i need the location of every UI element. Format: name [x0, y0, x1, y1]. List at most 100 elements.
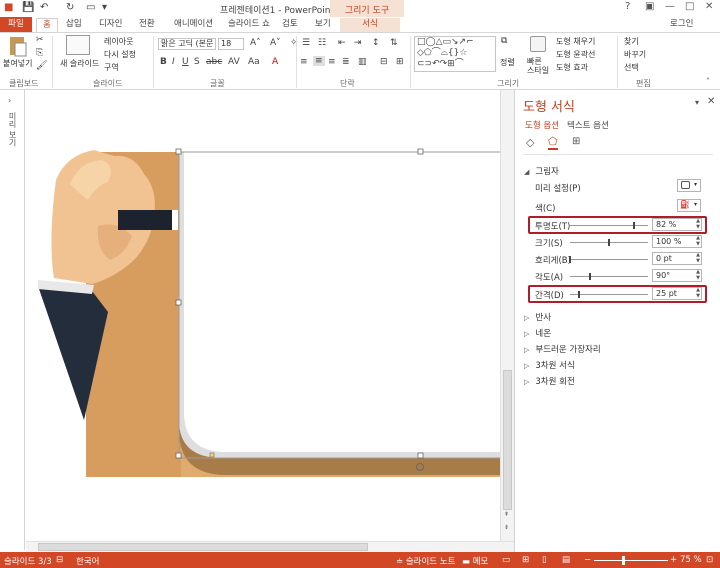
arrange-icon[interactable]: ⧉	[501, 36, 507, 46]
fit-to-window-icon[interactable]: ⊡	[706, 555, 713, 565]
tab-design[interactable]: 디자인	[93, 18, 128, 32]
maximize-icon[interactable]: □	[685, 1, 694, 12]
tab-format[interactable]: 서식	[340, 18, 400, 32]
tab-animations[interactable]: 애니메이션	[168, 18, 219, 32]
section-glow[interactable]: ▷ 네온	[524, 327, 551, 339]
save-icon[interactable]: 💾	[22, 2, 34, 13]
replace-button[interactable]: 바꾸기	[624, 49, 646, 60]
spinner-arrows-icon[interactable]: ▲ ▼	[696, 252, 700, 264]
transparency-input[interactable]: 82 % ▲ ▼	[652, 218, 702, 231]
new-slide-button[interactable]	[66, 35, 90, 55]
tab-text-options[interactable]: 텍스트 옵션	[567, 119, 609, 131]
shape-outline-button[interactable]: 도형 윤곽선	[556, 49, 595, 60]
spinner-arrows-icon[interactable]: ▲ ▼	[696, 218, 700, 230]
shape-fill-button[interactable]: 도형 채우기	[556, 36, 595, 47]
cut-icon[interactable]: ✂	[36, 35, 44, 45]
notes-button[interactable]: ≐ 슬라이드 노트	[396, 555, 455, 567]
horizontal-scrollbar[interactable]	[26, 541, 514, 552]
bold-icon[interactable]: B	[160, 57, 167, 67]
distance-input[interactable]: 25 pt ▲ ▼	[652, 287, 702, 300]
grow-font-icon[interactable]: A˄	[250, 38, 261, 48]
fill-line-icon[interactable]: ◇	[526, 136, 534, 149]
prev-slide-icon[interactable]: ⇞	[504, 511, 509, 518]
horizontal-scroll-thumb[interactable]	[38, 543, 368, 551]
shadow-section-header[interactable]: ◢ 그림자	[524, 165, 559, 177]
color-dropdown[interactable]: ⛽ ▾	[677, 199, 701, 212]
blur-input[interactable]: 0 pt ▲ ▼	[652, 252, 702, 265]
select-button[interactable]: 선택	[624, 62, 639, 73]
paste-button[interactable]	[6, 35, 28, 57]
align-left-icon[interactable]: ≡	[300, 57, 308, 67]
zoom-out-icon[interactable]: −	[584, 555, 591, 565]
blur-slider[interactable]	[570, 259, 648, 260]
distance-slider-thumb[interactable]	[578, 291, 581, 298]
font-color-icon[interactable]: A	[272, 57, 278, 67]
tab-shape-options[interactable]: 도형 옵션	[525, 119, 559, 131]
presets-dropdown[interactable]: ▾	[677, 179, 701, 192]
transparency-slider-thumb[interactable]	[632, 222, 635, 229]
increase-indent-icon[interactable]: ⇥	[354, 38, 362, 48]
slide-sorter-icon[interactable]: ⊞	[522, 555, 529, 565]
tab-review[interactable]: 검토	[276, 18, 304, 32]
tab-file[interactable]: 파일	[0, 17, 32, 32]
language-indicator[interactable]: 한국어	[76, 555, 99, 567]
strikethrough-icon[interactable]: abc	[206, 57, 222, 67]
minimize-icon[interactable]: —	[665, 1, 675, 12]
section-3d-rotation[interactable]: ▷ 3차원 회전	[524, 375, 575, 387]
ribbon-options-icon[interactable]: ▣	[645, 1, 654, 12]
tab-insert[interactable]: 삽입	[60, 18, 88, 32]
comments-button[interactable]: ▬ 메모	[462, 555, 488, 567]
close-icon[interactable]: ✕	[705, 1, 713, 12]
spinner-arrows-icon[interactable]: ▲ ▼	[696, 235, 700, 247]
next-slide-icon[interactable]: ⇟	[504, 524, 509, 531]
shrink-font-icon[interactable]: A˅	[270, 38, 281, 48]
bullets-icon[interactable]: ☰	[302, 38, 310, 48]
effects-icon[interactable]: ⬠	[548, 135, 558, 150]
sign-in-link[interactable]: 로그인	[664, 18, 699, 32]
shape-effects-button[interactable]: 도형 효과	[556, 62, 588, 73]
shadow-text-icon[interactable]: S	[194, 57, 200, 67]
align-text-icon[interactable]: ⊟	[380, 57, 388, 67]
expand-thumbnails-icon[interactable]: ›	[8, 96, 11, 105]
vertical-scrollbar[interactable]: ⇞ ⇟	[500, 90, 514, 542]
line-spacing-icon[interactable]: ↕	[372, 38, 380, 48]
font-name-combo[interactable]: 맑은 고딕 (본문	[158, 38, 216, 50]
size-slider-thumb[interactable]	[608, 239, 610, 246]
angle-slider-thumb[interactable]	[588, 273, 591, 280]
angle-slider[interactable]	[570, 276, 648, 277]
redo-icon[interactable]: ↻	[66, 2, 74, 13]
help-icon[interactable]: ?	[625, 1, 630, 12]
customize-quick-access-icon[interactable]: ▾	[102, 2, 107, 13]
find-button[interactable]: 찾기	[624, 36, 639, 47]
normal-view-icon[interactable]: ▭	[502, 555, 510, 565]
spinner-arrows-icon[interactable]: ▲ ▼	[696, 269, 700, 281]
pane-close-icon[interactable]: ✕	[707, 96, 715, 107]
size-properties-icon[interactable]: ⊞	[572, 136, 580, 147]
blur-slider-thumb[interactable]	[569, 256, 571, 263]
zoom-slider-thumb[interactable]	[622, 556, 625, 565]
quick-styles-button[interactable]: 빠른 스타일	[527, 57, 549, 75]
format-painter-icon[interactable]: 🖌	[36, 61, 47, 71]
tab-home[interactable]: 홈	[36, 18, 58, 32]
distance-slider[interactable]	[570, 294, 648, 295]
underline-icon[interactable]: U	[182, 57, 189, 67]
undo-icon[interactable]: ↶	[40, 2, 48, 13]
spellcheck-icon[interactable]: ⊟	[56, 555, 63, 565]
smartart-icon[interactable]: ⊞	[396, 57, 404, 67]
spinner-arrows-icon[interactable]: ▲ ▼	[696, 287, 700, 299]
align-right-icon[interactable]: ≡	[328, 57, 336, 67]
justify-icon[interactable]: ≣	[342, 57, 350, 67]
char-spacing-icon[interactable]: AV	[228, 57, 240, 67]
zoom-slider[interactable]	[594, 560, 668, 561]
text-direction-icon[interactable]: ⇅	[390, 38, 398, 48]
section-3d-format[interactable]: ▷ 3차원 서식	[524, 359, 575, 371]
numbering-icon[interactable]: ☷	[318, 38, 326, 48]
tab-transitions[interactable]: 전환	[133, 18, 161, 32]
angle-input[interactable]: 90° ▲ ▼	[652, 269, 702, 282]
collapse-ribbon-icon[interactable]: ˄	[706, 77, 710, 86]
section-reflection[interactable]: ▷ 반사	[524, 311, 551, 323]
size-input[interactable]: 100 % ▲ ▼	[652, 235, 702, 248]
zoom-in-icon[interactable]: +	[670, 555, 677, 565]
start-slideshow-icon[interactable]: ▭	[86, 2, 95, 13]
copy-icon[interactable]: ⎘	[36, 48, 43, 58]
